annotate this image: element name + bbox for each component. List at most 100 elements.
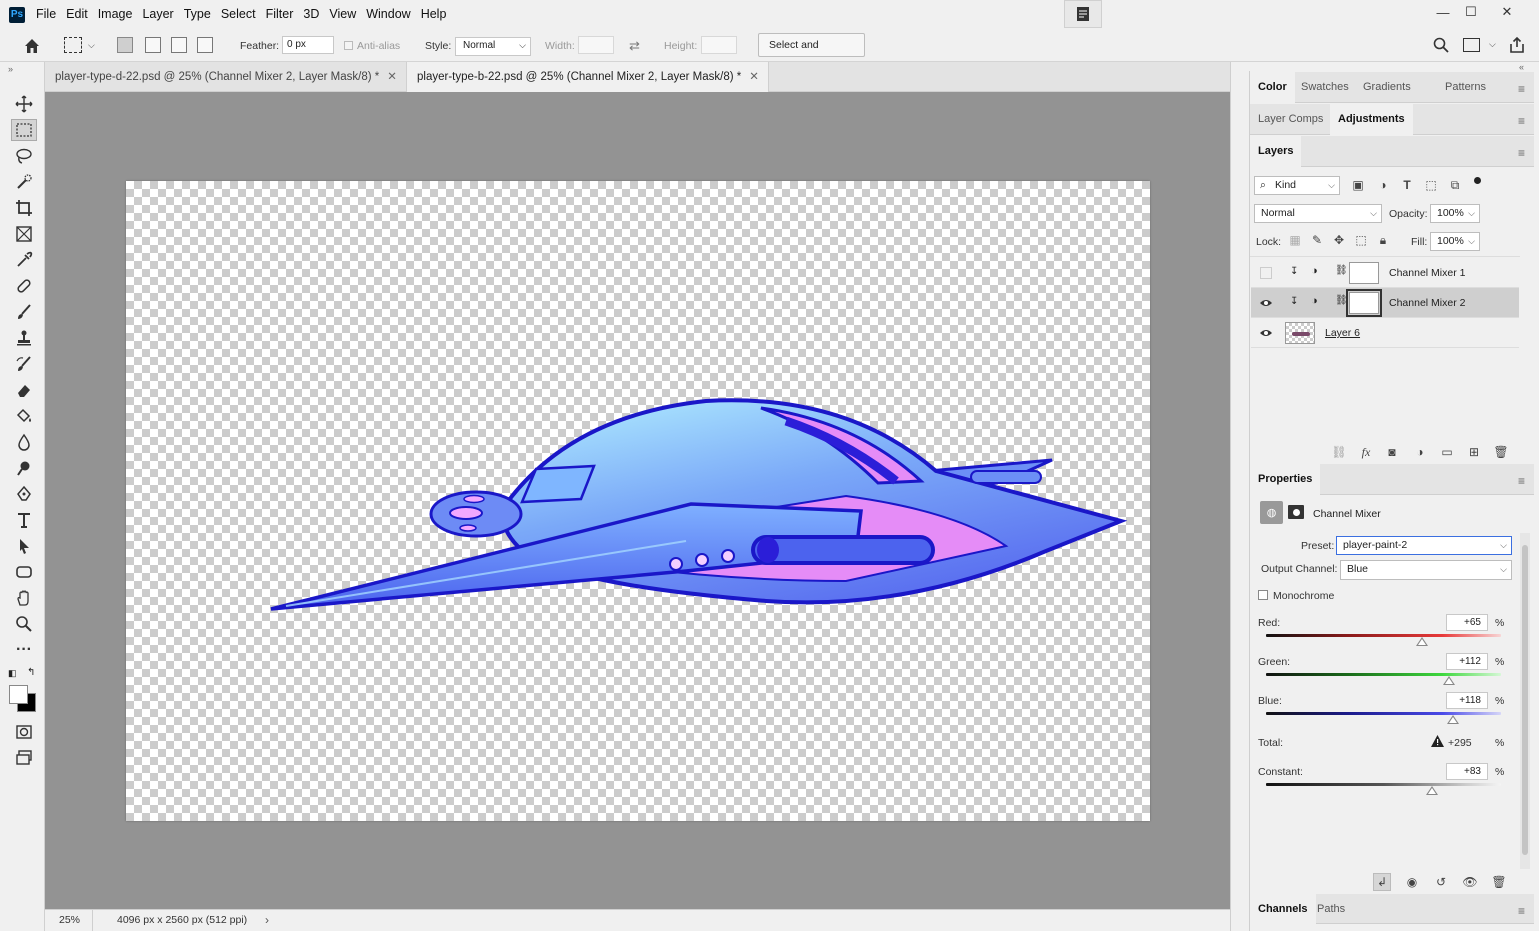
crop-tool-icon[interactable] [11,197,37,219]
layer-row-layer-6[interactable]: Layer 6 [1251,318,1519,348]
healing-brush-icon[interactable] [11,275,37,297]
opacity-input[interactable]: 100% ⌵ [1430,204,1480,223]
brush-tool-icon[interactable] [11,301,37,323]
fx-icon[interactable]: fx [1357,443,1375,461]
eye-icon[interactable] [1259,296,1273,310]
filter-shape-icon[interactable]: ⬚ [1422,176,1440,194]
panel-menu-icon[interactable]: ≡ [1518,146,1525,160]
frame-tool-icon[interactable] [11,223,37,245]
menu-type[interactable]: Type [179,0,216,29]
pen-tool-icon[interactable] [11,483,37,505]
link-icon[interactable]: ⛓ [1335,295,1348,306]
dodge-tool-icon[interactable] [11,457,37,479]
path-selection-icon[interactable] [11,535,37,557]
tab-layer-comps[interactable]: Layer Comps [1250,104,1331,135]
foreground-color-swatch[interactable] [9,685,28,704]
red-slider-track[interactable] [1266,634,1501,637]
constant-input[interactable]: +83 [1446,763,1488,780]
marquee-tool-icon[interactable] [11,119,37,141]
rectangle-tool-icon[interactable] [11,561,37,583]
tab-patterns[interactable]: Patterns [1437,72,1494,103]
select-and-mask-button[interactable]: Select and Mask... [758,33,865,73]
more-tools-icon[interactable]: ··· [11,639,37,661]
reset-icon[interactable]: ↺ [1432,873,1450,891]
chevron-down-icon[interactable]: ⌵ [1489,39,1496,50]
zoom-level[interactable]: 25% [45,910,93,931]
lock-position-icon[interactable]: ✥ [1330,231,1348,249]
close-window-button[interactable]: ✕ [1494,3,1520,21]
lasso-tool-icon[interactable] [11,145,37,167]
lock-transparent-icon[interactable]: ▦ [1286,231,1304,249]
collapse-icon[interactable]: » [8,64,13,74]
lock-all-icon[interactable]: 🔒︎ [1374,231,1392,249]
filter-smart-object-icon[interactable]: ⧉ [1446,176,1464,194]
fill-input[interactable]: 100% ⌵ [1430,232,1480,251]
default-colors-icon[interactable]: ◧ [8,668,17,679]
view-previous-icon[interactable]: ◉ [1403,873,1421,891]
antialias-checkbox[interactable] [344,41,353,50]
move-tool-icon[interactable] [11,93,37,115]
feather-input[interactable]: 0 px [282,36,334,54]
red-slider-thumb[interactable] [1415,637,1428,646]
notes-icon[interactable] [1064,0,1102,28]
zoom-tool-icon[interactable] [11,613,37,635]
tab-channels[interactable]: Channels [1250,894,1316,925]
add-mask-icon[interactable]: ◙ [1383,443,1401,461]
type-tool-icon[interactable] [11,509,37,531]
tab-swatches[interactable]: Swatches [1293,72,1357,103]
lock-artboard-icon[interactable]: ⬚ [1352,231,1370,249]
menu-edit[interactable]: Edit [61,0,93,29]
menu-file[interactable]: File [31,0,61,29]
clip-to-layer-icon[interactable]: ↲ [1373,873,1391,891]
home-icon[interactable] [22,36,42,56]
tab-adjustments[interactable]: Adjustments [1330,104,1413,135]
quick-selection-icon[interactable] [11,171,37,193]
intersect-selection-icon[interactable] [197,37,213,53]
width-input[interactable] [578,36,614,54]
filter-pixel-icon[interactable]: ▣ [1349,176,1367,194]
panel-menu-icon[interactable]: ≡ [1518,474,1525,488]
share-icon[interactable] [1508,36,1526,57]
tab-color[interactable]: Color [1250,72,1295,103]
menu-filter[interactable]: Filter [261,0,299,29]
eyedropper-icon[interactable] [11,249,37,271]
blur-tool-icon[interactable] [11,431,37,453]
mask-icon[interactable] [1288,505,1304,519]
monochrome-checkbox[interactable] [1258,590,1268,600]
green-slider-track[interactable] [1266,673,1501,676]
maximize-button[interactable]: ☐ [1458,3,1484,21]
quick-mask-icon[interactable] [11,721,37,743]
menu-window[interactable]: Window [361,0,415,29]
blue-input[interactable]: +118 [1446,692,1488,709]
close-icon[interactable]: ✕ [749,71,759,83]
style-select[interactable]: Normal ⌵ [455,37,531,56]
visibility-toggle[interactable] [1260,267,1272,279]
panel-menu-icon[interactable]: ≡ [1518,114,1525,128]
constant-slider-thumb[interactable] [1426,786,1439,795]
tab-properties[interactable]: Properties [1250,464,1321,495]
preset-select[interactable]: player-paint-2 ⌵ [1336,536,1512,555]
layer-mask-thumbnail[interactable] [1346,289,1382,317]
eye-icon[interactable] [1259,326,1273,340]
chevron-right-icon[interactable]: › [265,913,269,927]
filter-toggle-icon[interactable] [1474,177,1481,184]
delete-layer-icon[interactable]: 🗑︎ [1492,443,1510,461]
constant-slider-track[interactable] [1266,783,1501,786]
menu-image[interactable]: Image [93,0,138,29]
menu-select[interactable]: Select [216,0,261,29]
properties-scrollbar[interactable] [1520,533,1530,869]
menu-help[interactable]: Help [416,0,452,29]
hand-tool-icon[interactable] [11,587,37,609]
layer-filter-select[interactable]: ⌕ Kind ⌵ [1254,176,1340,195]
link-icon[interactable]: ⛓ [1335,265,1348,276]
menu-3d[interactable]: 3D [298,0,324,29]
tab-player-type-d[interactable]: player-type-d-22.psd @ 25% (Channel Mixe… [45,62,407,92]
blend-mode-select[interactable]: Normal ⌵ [1254,204,1382,223]
new-layer-icon[interactable]: ⊞ [1465,443,1483,461]
blue-slider-track[interactable] [1266,712,1501,715]
green-slider-thumb[interactable] [1443,676,1456,685]
tab-paths[interactable]: Paths [1309,894,1353,925]
layer-row-channel-mixer-1[interactable]: ↧ ◑ ⛓ Channel Mixer 1 [1251,258,1519,288]
height-input[interactable] [701,36,737,54]
blue-slider-thumb[interactable] [1446,715,1459,724]
